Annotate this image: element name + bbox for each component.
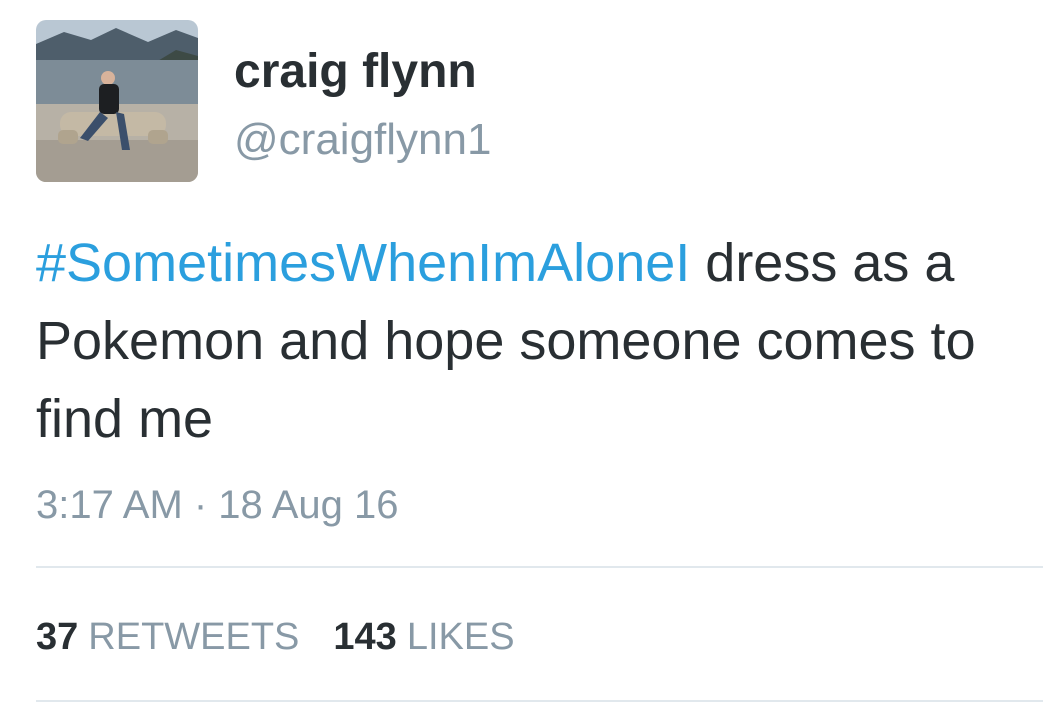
hashtag-link[interactable]: #SometimesWhenImAloneI bbox=[36, 233, 690, 293]
user-handle[interactable]: @craigflynn1 bbox=[234, 112, 491, 168]
likes-label: LIKES bbox=[406, 616, 515, 658]
tweet-text: #SometimesWhenImAloneI dress as a Pokemo… bbox=[36, 224, 1046, 458]
likes-count: 143 bbox=[333, 616, 397, 658]
profile-photo-icon bbox=[36, 20, 198, 182]
display-name[interactable]: craig flynn bbox=[234, 42, 477, 102]
avatar[interactable] bbox=[36, 20, 198, 182]
retweets-count: 37 bbox=[36, 616, 79, 658]
retweets-stat[interactable]: 37 RETWEETS bbox=[36, 616, 299, 658]
retweets-label: RETWEETS bbox=[88, 616, 300, 658]
tweet-stats: 37 RETWEETS 143 LIKES bbox=[36, 612, 515, 662]
divider bbox=[36, 700, 1043, 702]
tweet-timestamp[interactable]: 3:17 AM · 18 Aug 16 bbox=[36, 478, 398, 532]
likes-stat[interactable]: 143 LIKES bbox=[333, 616, 514, 658]
divider bbox=[36, 566, 1043, 568]
